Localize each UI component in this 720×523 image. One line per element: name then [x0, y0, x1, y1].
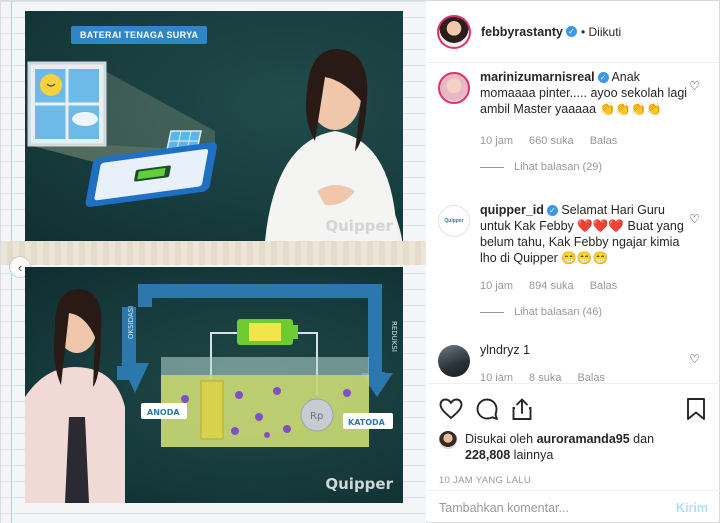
like-comment-heart-icon[interactable]: ♡ — [689, 352, 700, 366]
reply-button[interactable]: Balas — [590, 135, 618, 147]
verified-badge-icon: ✓ — [565, 26, 577, 37]
likes-suffix[interactable]: lainnya — [514, 448, 554, 462]
like-comment-heart-icon[interactable]: ♡ — [689, 79, 700, 93]
comment-meta: 10 jam 660 suka Balas — [480, 135, 690, 147]
liker-username[interactable]: auroramanda95 — [537, 432, 630, 446]
image-panel-solar-battery: BATERAI TENAGA SURYA Quipper — [25, 11, 403, 241]
likes-and: dan — [633, 432, 655, 446]
author-avatar[interactable] — [437, 14, 471, 49]
tape-divider — [1, 241, 426, 265]
comment-item: ylndryz 1 ♡ 10 jam 8 suka Balas — [427, 342, 720, 381]
comment-likes[interactable]: 660 suka — [529, 135, 574, 147]
post-header: febbyrastanty ✓ • Diikuti — [427, 1, 720, 63]
comment-text: 1 — [523, 343, 531, 357]
action-icons — [439, 396, 706, 422]
electrochem-illustration: OKSIDASI REDUKSI Rp ANODA KATODA — [25, 284, 398, 503]
commenter-avatar[interactable] — [438, 345, 470, 377]
comment-bubble-icon[interactable] — [475, 397, 499, 421]
verified-badge-icon: ✓ — [546, 205, 558, 216]
reply-button[interactable]: Balas — [577, 372, 605, 381]
like-heart-icon[interactable] — [439, 398, 463, 420]
grin-emoji: 😁😁😁 — [561, 251, 609, 265]
comment-meta: 10 jam 894 suka Balas — [480, 280, 690, 292]
view-replies-button[interactable]: Lihat balasan (29) — [480, 161, 690, 173]
solar-illustration — [27, 49, 403, 241]
liker-avatar[interactable] — [439, 431, 457, 449]
commenter-username[interactable]: quipper_id — [480, 203, 544, 217]
comment-likes[interactable]: 8 suka — [529, 372, 561, 381]
author-username[interactable]: febbyrastanty — [481, 25, 563, 39]
avatar-brand-text: Quipper — [444, 218, 464, 224]
reply-button[interactable]: Balas — [590, 280, 618, 292]
post-modal: BATERAI TENAGA SURYA Quipper ‹ OKSIDASI … — [0, 0, 720, 523]
commenter-username[interactable]: ylndryz — [480, 343, 520, 357]
commenter-avatar[interactable]: Quipper — [438, 205, 470, 237]
watermark-logo-bottom: Quipper — [325, 475, 393, 493]
comment-item: marinizumarnisreal ✓ Anak momaaaa pinter.… — [427, 69, 720, 173]
verified-badge-icon: ✓ — [597, 72, 609, 83]
share-icon[interactable] — [511, 397, 533, 421]
clap-emoji: 👏👏👏👏 — [599, 102, 662, 116]
likes-summary: Disukai oleh auroramanda95 dan 228,808 l… — [439, 431, 706, 463]
cathode-coin-label: Rp — [310, 411, 323, 422]
reduction-label: REDUKSI — [390, 321, 398, 352]
post-image[interactable]: BATERAI TENAGA SURYA Quipper ‹ OKSIDASI … — [1, 1, 426, 523]
likes-prefix: Disukai oleh — [465, 432, 534, 446]
oxidation-label: OKSIDASI — [127, 306, 135, 339]
watermark-logo: Quipper — [325, 217, 393, 235]
comment-item: Quipper quipper_id ✓ Selamat Hari Guru un… — [427, 202, 720, 318]
comments-list: marinizumarnisreal ✓ Anak momaaaa pinter.… — [427, 63, 720, 381]
post-timestamp[interactable]: 10 JAM YANG LALU — [439, 475, 706, 486]
view-replies-button[interactable]: Lihat balasan (46) — [480, 306, 690, 318]
heart-emoji: ❤️❤️❤️ — [577, 219, 624, 233]
commenter-avatar[interactable] — [438, 72, 470, 104]
comment-time[interactable]: 10 jam — [480, 280, 513, 292]
comment-likes[interactable]: 894 suka — [529, 280, 574, 292]
bookmark-icon[interactable] — [686, 397, 706, 421]
anode-label: ANODA — [147, 408, 180, 417]
cathode-label: KATODA — [348, 418, 386, 427]
likes-count[interactable]: 228,808 — [465, 448, 510, 462]
post-sidebar: febbyrastanty ✓ • Diikuti marinizumarnis… — [427, 1, 720, 523]
image-panel-electrochemistry: OKSIDASI REDUKSI Rp ANODA KATODA Quipper — [25, 267, 403, 503]
commenter-username[interactable]: marinizumarnisreal — [480, 70, 595, 84]
comment-time[interactable]: 10 jam — [480, 135, 513, 147]
comment-meta: 10 jam 8 suka Balas — [480, 372, 690, 381]
comment-input[interactable] — [439, 500, 677, 515]
comment-composer: Kirim — [427, 490, 720, 523]
comment-time[interactable]: 10 jam — [480, 372, 513, 381]
like-comment-heart-icon[interactable]: ♡ — [689, 212, 700, 226]
post-comment-button[interactable]: Kirim — [676, 501, 708, 515]
following-status[interactable]: • Diikuti — [581, 25, 621, 39]
